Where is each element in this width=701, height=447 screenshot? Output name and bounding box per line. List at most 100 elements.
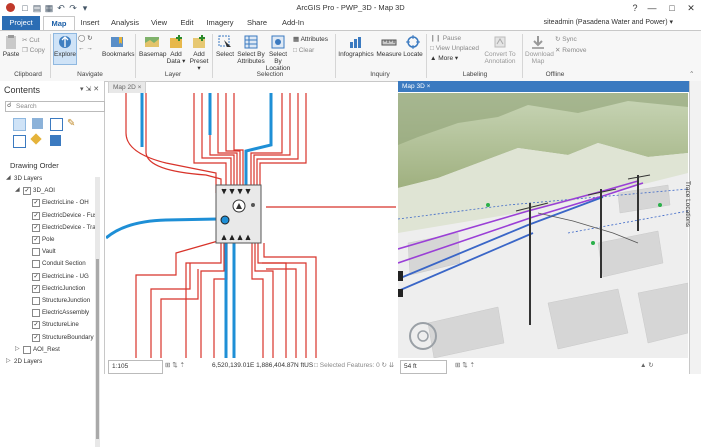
add-data-button[interactable]: Add Data ▾	[166, 34, 186, 65]
layer-item[interactable]: ✓ StructureBoundary	[0, 332, 100, 343]
map-3d-scale-field[interactable]: 54 ft	[400, 360, 447, 374]
measure-button[interactable]: Measure	[376, 34, 402, 58]
pause-labeling-button[interactable]: ❙❙ Pause	[430, 35, 461, 43]
infographics-button[interactable]: Infographics	[337, 34, 375, 58]
tab-add-in[interactable]: Add-In	[278, 16, 308, 30]
layer-visibility-checkbox[interactable]: ✓	[32, 211, 40, 220]
select-button[interactable]: Select	[214, 34, 236, 58]
convert-to-annotation-button[interactable]: Convert To Annotation	[482, 34, 518, 65]
contents-search-input[interactable]: Search	[5, 101, 105, 112]
add-preset-button[interactable]: Add Preset ▾	[188, 34, 210, 72]
remove-label: Remove	[562, 47, 587, 54]
layer-visibility-checkbox[interactable]: ✓	[32, 199, 40, 208]
layer-item[interactable]: ✓ Pole	[0, 234, 100, 245]
tab-map[interactable]: Map	[43, 16, 75, 31]
view-unplaced-button[interactable]: □ View Unplaced	[430, 45, 479, 53]
layer-visibility-checkbox[interactable]	[32, 260, 40, 269]
layer-visibility-checkbox[interactable]	[32, 297, 40, 305]
collapse-ribbon-icon[interactable]: ⌃	[689, 71, 694, 79]
layer-item[interactable]: ✓ ElectricJunction	[0, 283, 100, 294]
list-by-data-source-icon[interactable]	[32, 118, 43, 129]
list-by-editing-icon[interactable]: ✎	[67, 118, 78, 129]
minimize-button[interactable]: —	[645, 2, 659, 14]
layer-visibility-checkbox[interactable]	[32, 248, 40, 257]
selection-group-label: Selection	[256, 71, 284, 78]
trace-locations-tab[interactable]: Trace Locations	[684, 181, 691, 227]
more-labeling-button[interactable]: ▲ More ▾	[430, 55, 458, 63]
layer-item[interactable]: Conduit Section	[0, 258, 100, 269]
layer-visibility-checkbox[interactable]	[23, 345, 31, 354]
download-map-button[interactable]: Download Map	[525, 34, 554, 65]
layer-visibility-checkbox[interactable]	[32, 309, 40, 318]
layer-visibility-checkbox[interactable]: ✓	[32, 321, 40, 330]
paste-button[interactable]: Paste	[2, 34, 20, 58]
layer-item[interactable]: ElectricAssembly	[0, 307, 100, 318]
help-button[interactable]: ?	[628, 2, 642, 14]
zoom-tools-icon[interactable]: ◯ ↻	[78, 35, 93, 43]
divider	[50, 34, 51, 78]
layer-visibility-checkbox[interactable]: ✓	[32, 284, 40, 293]
layer-visibility-checkbox[interactable]: ✓	[32, 223, 40, 232]
map-3d-view[interactable]	[398, 93, 688, 358]
locate-button[interactable]: Locate	[402, 34, 424, 58]
attributes-button[interactable]: ▦ Attributes	[293, 36, 328, 44]
bookmarks-button[interactable]: Bookmarks	[102, 34, 135, 58]
tab-project[interactable]: Project	[2, 16, 40, 30]
expand-arrow-icon[interactable]: ▷	[6, 356, 11, 367]
expand-arrow-icon[interactable]: ◢	[6, 173, 11, 184]
remove-button[interactable]: ✕ Remove	[555, 47, 586, 55]
map-3d-canvas[interactable]	[398, 93, 688, 358]
close-button[interactable]: ✕	[684, 2, 698, 14]
layer-item[interactable]: ✓ ElectricDevice - Trans	[0, 222, 100, 233]
map-2d-nav-icons[interactable]: ⊞ ⇅ ⇡	[165, 359, 185, 373]
layer-item[interactable]: StructureJunction	[0, 295, 100, 306]
layer-item[interactable]: ▷ 2D Layers	[0, 356, 100, 367]
select-by-attributes-button[interactable]: Select By Attributes	[237, 34, 265, 65]
map-2d-view[interactable]	[106, 93, 396, 358]
list-by-selection-icon[interactable]	[50, 118, 63, 131]
layer-visibility-checkbox[interactable]: ✓	[32, 333, 40, 342]
map-2d-scale-field[interactable]: 1:105	[108, 360, 163, 374]
tab-share[interactable]: Share	[243, 16, 271, 30]
layer-visibility-checkbox[interactable]: ✓	[32, 236, 40, 244]
cut-button[interactable]: ✂ Cut	[22, 37, 39, 45]
basemap-button[interactable]: Basemap	[139, 34, 166, 58]
layer-item[interactable]: ✓ ElectricLine - OH	[0, 197, 100, 208]
map-3d-nav-icons[interactable]: ⊞ ⇅ ⇡	[455, 359, 475, 373]
close-icon[interactable]: ×	[138, 84, 142, 91]
clear-button[interactable]: □ Clear	[293, 47, 314, 55]
sync-button[interactable]: ↻ Sync	[555, 36, 577, 44]
layer-item[interactable]: ◢ ✓ 3D_AOI	[0, 185, 100, 196]
user-account[interactable]: siteadmin (Pasadena Water and Power) ▾	[544, 16, 673, 30]
layer-visibility-checkbox[interactable]: ✓	[32, 272, 40, 281]
layer-item[interactable]: ✓ ElectricLine - UG	[0, 271, 100, 282]
contents-scrollbar-thumb[interactable]	[96, 259, 99, 439]
explore-button[interactable]: Explore	[53, 33, 77, 65]
layer-item[interactable]: ▷ AOI_Rest	[0, 344, 100, 355]
layer-item[interactable]: Vault	[0, 246, 100, 257]
full-extent-icon[interactable]: ← →	[78, 45, 93, 53]
list-by-drawing-order-icon[interactable]	[13, 118, 26, 131]
layer-item[interactable]: ✓ StructureLine	[0, 319, 100, 330]
layer-item[interactable]: ◢ 3D Layers	[0, 173, 100, 184]
list-by-labeling-icon[interactable]	[30, 133, 42, 145]
map-2d-canvas[interactable]	[106, 93, 396, 358]
expand-arrow-icon[interactable]: ◢	[15, 185, 20, 196]
list-by-snapping-icon[interactable]	[13, 135, 26, 148]
maximize-button[interactable]: □	[665, 2, 679, 14]
tab-analysis[interactable]: Analysis	[108, 16, 142, 30]
map-3d-status-icons[interactable]: ▲ ↻	[640, 359, 654, 373]
pane-controls-icon[interactable]: ▾ ⇲ ✕	[80, 86, 99, 94]
close-icon[interactable]: ×	[427, 83, 431, 90]
layer-item[interactable]: ✓ ElectricDevice - Fuse-	[0, 210, 100, 221]
tab-imagery[interactable]: Imagery	[203, 16, 237, 30]
select-by-location-button[interactable]: Select By Location	[265, 34, 291, 72]
tab-view[interactable]: View	[147, 16, 171, 30]
tab-insert[interactable]: Insert	[76, 16, 104, 30]
tab-map-3d[interactable]: Map 3D ×	[398, 81, 690, 92]
expand-arrow-icon[interactable]: ▷	[15, 344, 20, 355]
layer-visibility-checkbox[interactable]: ✓	[23, 187, 31, 196]
copy-button[interactable]: ❐ Copy	[22, 47, 45, 55]
list-by-charts-icon[interactable]	[50, 135, 61, 146]
tab-edit[interactable]: Edit	[176, 16, 198, 30]
